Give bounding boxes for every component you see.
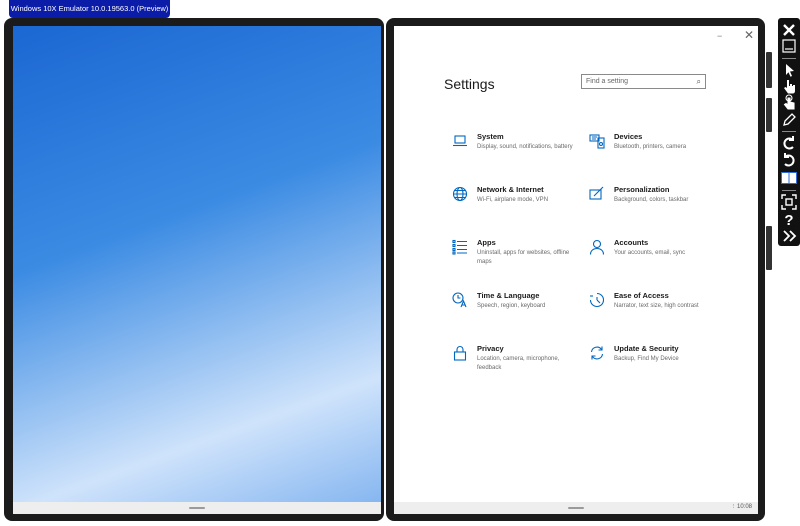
settings-item-desc: Wi-Fi, airplane mode, VPN bbox=[477, 197, 549, 203]
touch-pointer-icon[interactable] bbox=[781, 78, 797, 94]
settings-item-name: Privacy bbox=[477, 344, 504, 353]
settings-item-name: Accounts bbox=[614, 238, 649, 247]
tray-icon: ⫶ bbox=[732, 504, 734, 510]
right-gesture-handle[interactable] bbox=[568, 507, 584, 509]
lock-icon bbox=[453, 346, 467, 361]
time-language-icon bbox=[452, 292, 467, 308]
settings-item-desc: Location, camera, microphone, feedback bbox=[477, 356, 560, 371]
help-icon[interactable]: ? bbox=[781, 211, 797, 229]
left-screen-bottom-bar bbox=[13, 502, 381, 514]
settings-window: − ✕ Settings Find a setting ⌕ System Dis… bbox=[394, 26, 758, 514]
settings-item-name: System bbox=[477, 132, 504, 141]
page-title: Settings bbox=[444, 76, 495, 92]
emulator-title-tab[interactable]: Windows 10X Emulator 10.0.19563.0 (Previ… bbox=[9, 0, 170, 18]
settings-item-name: Time & Language bbox=[477, 291, 540, 300]
settings-item-name: Update & Security bbox=[614, 344, 679, 353]
devices-icon bbox=[589, 134, 605, 149]
globe-icon bbox=[452, 186, 468, 202]
left-device-frame bbox=[4, 18, 384, 521]
settings-item-desc: Speech, region, keyboard bbox=[477, 303, 546, 309]
settings-item-desc: Background, colors, taskbar bbox=[614, 197, 689, 203]
taskbar: ⫶ 10:08 bbox=[394, 502, 758, 514]
hardware-button-upper[interactable] bbox=[766, 52, 772, 88]
expand-tools-icon[interactable] bbox=[781, 228, 797, 244]
rotate-left-icon[interactable] bbox=[781, 135, 797, 151]
left-screen-wallpaper bbox=[13, 26, 381, 514]
pen-icon[interactable] bbox=[781, 112, 797, 128]
settings-item-name: Apps bbox=[477, 238, 496, 247]
minimize-icon[interactable] bbox=[781, 38, 797, 54]
hardware-button-lower[interactable] bbox=[766, 98, 772, 132]
window-close-button[interactable]: ✕ bbox=[744, 28, 754, 42]
taskbar-time: 10:08 bbox=[736, 504, 752, 510]
settings-item-desc: Your accounts, email, sync bbox=[614, 250, 686, 256]
settings-item-desc: Narrator, text size, high contrast bbox=[614, 303, 699, 309]
apps-list-icon bbox=[452, 239, 467, 255]
multi-touch-icon[interactable] bbox=[781, 94, 797, 110]
rotate-right-icon[interactable] bbox=[781, 152, 797, 168]
settings-item-name: Personalization bbox=[614, 185, 670, 194]
right-device-frame: − ✕ Settings Find a setting ⌕ System Dis… bbox=[386, 18, 765, 521]
laptop-icon bbox=[453, 135, 467, 147]
window-minimize-button[interactable]: − bbox=[717, 31, 722, 41]
settings-item-desc: Bluetooth, printers, camera bbox=[614, 144, 687, 150]
emulator-toolbar: ? bbox=[778, 18, 800, 246]
svg-text:?: ? bbox=[784, 212, 793, 227]
search-placeholder: Find a setting bbox=[586, 78, 629, 85]
refresh-icon bbox=[590, 346, 604, 360]
settings-item-name: Ease of Access bbox=[614, 291, 669, 300]
emulator-title: Windows 10X Emulator 10.0.19563.0 (Previ… bbox=[10, 4, 169, 13]
close-icon[interactable] bbox=[781, 22, 797, 38]
ease-of-access-icon bbox=[589, 292, 605, 308]
settings-item-desc: Backup, Find My Device bbox=[614, 356, 679, 362]
personalization-icon bbox=[589, 186, 604, 200]
settings-item-name: Network & Internet bbox=[477, 185, 544, 194]
settings-item-desc: Uninstall, apps for websites, offline ma… bbox=[477, 250, 570, 265]
select-pointer-icon[interactable] bbox=[781, 62, 797, 78]
search-input[interactable]: Find a setting ⌕ bbox=[581, 74, 706, 89]
taskbar-clock[interactable]: ⫶ 10:08 bbox=[732, 504, 752, 511]
settings-item-desc: Display, sound, notifications, battery bbox=[477, 144, 573, 150]
hardware-button-power[interactable] bbox=[766, 226, 772, 270]
search-icon[interactable]: ⌕ bbox=[697, 75, 701, 88]
left-gesture-handle[interactable] bbox=[189, 507, 205, 509]
screenshot-icon[interactable] bbox=[781, 194, 797, 210]
person-icon bbox=[589, 239, 605, 255]
dual-screen-icon[interactable] bbox=[781, 170, 797, 186]
settings-item-name: Devices bbox=[614, 132, 643, 141]
